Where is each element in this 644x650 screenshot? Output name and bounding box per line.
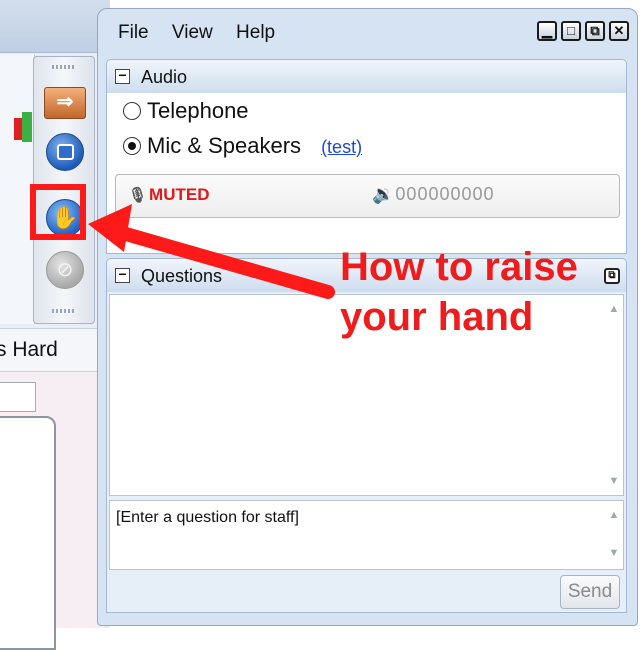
annotation-line-1: How to raise bbox=[340, 245, 578, 289]
annotation-text: How to raise your hand bbox=[340, 242, 640, 342]
annotation-line-2: your hand bbox=[340, 295, 534, 339]
